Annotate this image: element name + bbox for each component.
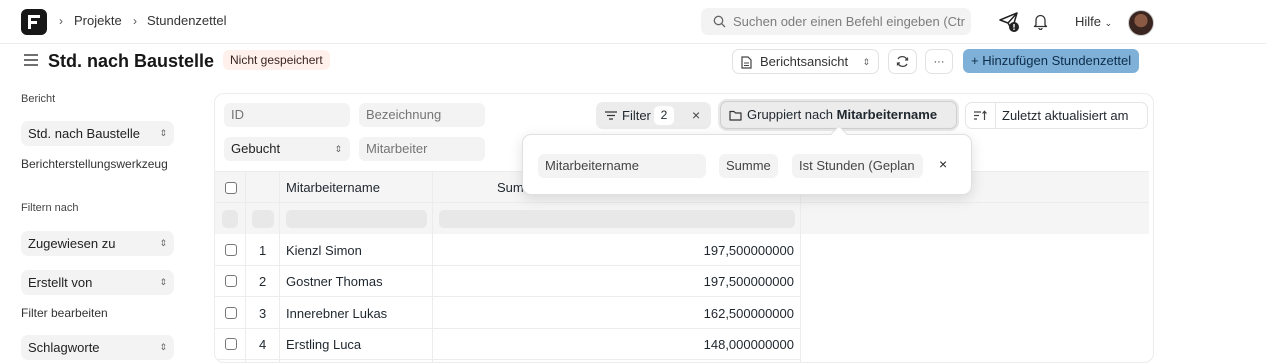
sort-icon [974, 110, 987, 120]
filter-row-placeholder [252, 210, 274, 228]
report-select-value: Std. nach Baustelle [28, 126, 141, 141]
employee-name: Innerebner Lukas [286, 306, 388, 321]
status-badge: Nicht gespeichert [223, 50, 330, 70]
filter-button[interactable]: Filter 2 × [596, 102, 711, 129]
help-label: Hilfe [1075, 14, 1102, 29]
sort-field-label: Zuletzt aktualisiert am [1002, 108, 1129, 123]
navbar: › Projekte › Stundenzettel Hilfe ⌄ [0, 0, 1266, 44]
filter-by-label: Filtern nach [21, 202, 79, 214]
chevron-down-icon: ⌄ [1104, 18, 1113, 28]
chevron-right-icon: › [59, 14, 63, 28]
id-filter-input[interactable] [224, 103, 350, 127]
report-label: Bericht [21, 93, 56, 105]
chevron-updown-icon: ⇕ [334, 144, 342, 154]
app-logo[interactable] [21, 9, 47, 35]
view-switcher-button[interactable]: Berichtsansicht ⇕ [732, 49, 879, 74]
more-actions-button[interactable]: ··· [925, 49, 953, 74]
select-all-checkbox[interactable] [225, 182, 237, 194]
chevron-right-icon: › [133, 14, 137, 28]
row-index: 1 [259, 243, 267, 258]
filter-created-by[interactable]: Erstellt von ⇕ [21, 270, 174, 295]
bell-icon[interactable] [1033, 13, 1048, 30]
filter-tags[interactable]: Schlagworte ⇕ [21, 335, 174, 360]
name-filter-input[interactable] [359, 103, 485, 127]
filter-created-by-label: Erstellt von [28, 275, 93, 290]
employee-name: Gostner Thomas [286, 274, 383, 289]
chevron-updown-icon: ⇕ [159, 128, 167, 138]
sum-value: 197,500000000 [703, 243, 794, 258]
row-index: 3 [259, 306, 267, 321]
aggregate-function-select[interactable]: Summe [719, 154, 778, 178]
aggregate-column-select[interactable]: Ist Stunden (Geplan [792, 154, 923, 178]
page-title: Std. nach Baustelle [48, 51, 215, 71]
filter-assigned-to[interactable]: Zugewiesen zu ⇕ [21, 231, 174, 256]
table-row[interactable]: 1 Kienzl Simon 197,500000000 [215, 235, 801, 266]
breadcrumb-stundenzettel[interactable]: Stundenzettel [147, 13, 227, 28]
help-menu[interactable]: Hilfe ⌄ [1075, 14, 1112, 29]
filter-assigned-to-label: Zugewiesen zu [28, 236, 116, 251]
avatar[interactable] [1128, 10, 1154, 36]
table-row[interactable]: 2 Gostner Thomas 197,500000000 [215, 266, 801, 297]
add-timesheet-button[interactable]: + Hinzufügen Stundenzettel [963, 49, 1140, 73]
chevron-updown-icon: ⇕ [862, 57, 870, 67]
search-bar[interactable] [701, 8, 971, 35]
aggregate-column-value: Ist Stunden (Geplan [799, 158, 915, 173]
chevron-updown-icon: ⇕ [159, 277, 167, 287]
folder-icon [729, 110, 742, 121]
booked-filter-value: Gebucht [231, 141, 281, 156]
search-input[interactable] [733, 8, 967, 35]
table-filter-row [215, 203, 1149, 234]
report-select[interactable]: Std. nach Baustelle ⇕ [21, 121, 174, 146]
aggregate-function-value: Summe [726, 158, 771, 173]
more-icon: ··· [933, 56, 945, 68]
page-header: Std. nach Baustelle Nicht gespeichert Be… [0, 44, 1266, 86]
remove-group-by-icon[interactable]: × [939, 156, 947, 172]
employee-name: Kienzl Simon [286, 243, 362, 258]
sort-direction-toggle[interactable] [966, 103, 996, 128]
group-by-popover: Mitarbeitername Summe Ist Stunden (Gepla… [522, 125, 972, 195]
row-checkbox[interactable] [225, 244, 237, 256]
filter-count-badge: 2 [654, 106, 674, 125]
row-index: 2 [259, 274, 267, 289]
booked-filter-select[interactable]: Gebucht ⇕ [224, 137, 350, 161]
row-checkbox[interactable] [225, 307, 237, 319]
group-by-field: Mitarbeitername [836, 107, 938, 122]
document-icon [741, 56, 752, 69]
report-builder-link[interactable]: Berichterstellungswerkzeug [21, 157, 168, 171]
group-by-field-value: Mitarbeitername [545, 158, 639, 173]
chevron-updown-icon: ⇕ [159, 342, 167, 352]
row-checkbox[interactable] [225, 275, 237, 287]
table-row[interactable]: 4 Erstling Luca 148,000000000 [215, 329, 801, 360]
filter-row-placeholder [222, 210, 238, 228]
sum-value: 162,500000000 [703, 306, 794, 321]
search-icon [713, 15, 726, 28]
breadcrumb-projekte[interactable]: Projekte [74, 13, 122, 28]
filter-button-label: Filter [622, 108, 651, 123]
sidebar-toggle-icon[interactable] [24, 54, 38, 66]
sort-button[interactable]: Zuletzt aktualisiert am [965, 102, 1148, 129]
view-switcher-label: Berichtsansicht [760, 54, 849, 69]
refresh-button[interactable] [888, 49, 917, 74]
sum-column-filter[interactable] [439, 210, 795, 228]
edit-filters-link[interactable]: Filter bearbeiten [21, 306, 108, 320]
sum-value: 197,500000000 [703, 274, 794, 289]
chevron-updown-icon: ⇕ [159, 238, 167, 248]
group-by-prefix: Gruppiert nach [747, 107, 833, 122]
send-icon[interactable] [998, 11, 1020, 33]
employee-filter-input[interactable] [359, 137, 485, 161]
employee-column-filter[interactable] [286, 210, 427, 228]
table-row[interactable]: 3 Innerebner Lukas 162,500000000 [215, 298, 801, 329]
filter-tags-label: Schlagworte [28, 340, 100, 355]
clear-filter-icon[interactable]: × [692, 102, 700, 129]
column-header-employee[interactable]: Mitarbeitername [286, 180, 380, 195]
refresh-icon [896, 55, 909, 68]
group-by-field-select[interactable]: Mitarbeitername [538, 154, 706, 178]
row-checkbox[interactable] [225, 338, 237, 350]
filter-icon [605, 111, 617, 120]
